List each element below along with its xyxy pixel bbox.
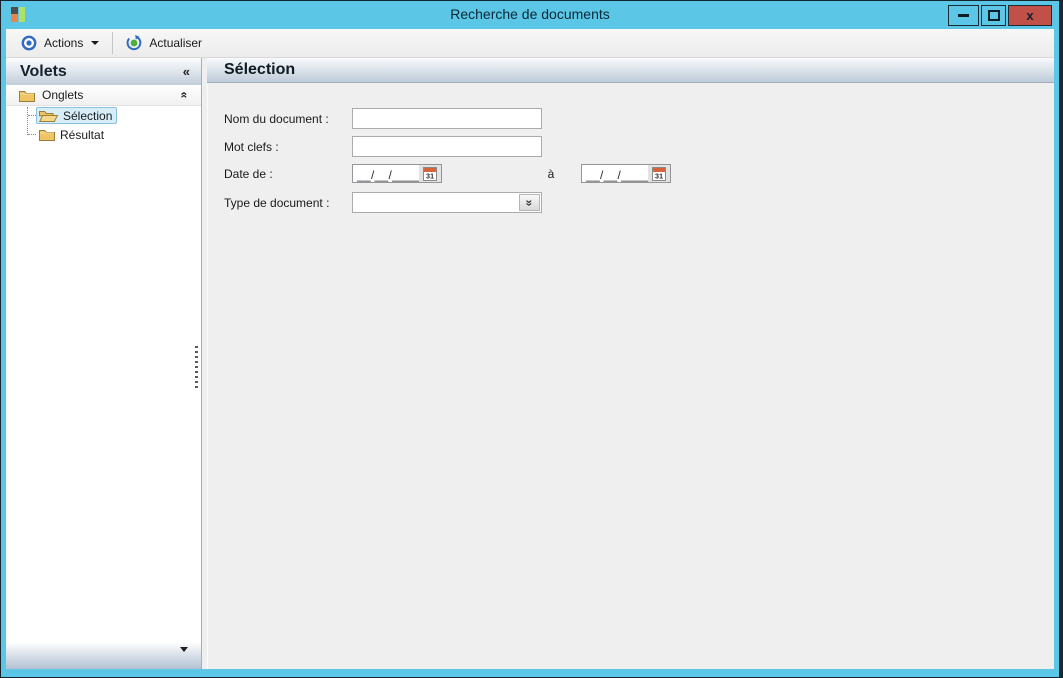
keywords-field-label: Mot clefs : bbox=[224, 139, 279, 154]
calendar-icon: 31 bbox=[652, 166, 666, 181]
folder-icon bbox=[19, 89, 35, 102]
date-to-mask: __/__/____ bbox=[586, 168, 648, 182]
keywords-field-input[interactable] bbox=[352, 136, 542, 157]
toolbar: Actions Actualiser bbox=[6, 29, 1054, 58]
form-row-type: Type de document : » bbox=[224, 192, 1054, 213]
actions-label: Actions bbox=[44, 36, 84, 50]
panel-splitter[interactable] bbox=[201, 58, 207, 669]
chevron-up-double-icon: « bbox=[177, 91, 192, 99]
form-row-keywords: Mot clefs : bbox=[224, 136, 1054, 157]
svg-text:31: 31 bbox=[655, 171, 663, 180]
name-field-label: Nom du document : bbox=[224, 111, 329, 126]
app-window: Recherche de documents x Actions Actuali… bbox=[0, 0, 1063, 678]
svg-text:31: 31 bbox=[426, 171, 434, 180]
date-from-mask: __/__/____ bbox=[357, 168, 419, 182]
actions-button[interactable]: Actions bbox=[12, 31, 108, 55]
date-to-input[interactable]: __/__/____ 31 bbox=[581, 164, 671, 183]
toolbar-separator bbox=[112, 32, 114, 54]
window-title: Recherche de documents bbox=[450, 6, 610, 22]
collapse-panel-button[interactable]: « bbox=[183, 65, 190, 78]
scroll-down-icon bbox=[180, 647, 188, 669]
tree-item-selection[interactable]: Sélection bbox=[6, 106, 201, 125]
calendar-icon: 31 bbox=[423, 166, 437, 181]
splitter-grip[interactable] bbox=[195, 346, 198, 390]
form-row-date: Date de : __/__/____ 31 à __/__/____ 31 bbox=[224, 164, 1054, 183]
tree-group-label: Onglets bbox=[42, 88, 84, 102]
main-header: Sélection bbox=[207, 58, 1054, 83]
refresh-label: Actualiser bbox=[149, 36, 203, 50]
folder-icon bbox=[39, 128, 55, 141]
refresh-button[interactable]: Actualiser bbox=[117, 31, 211, 55]
chevron-left-double-icon: « bbox=[182, 64, 190, 79]
name-field-input[interactable] bbox=[352, 108, 542, 129]
date-field-label: Date de : bbox=[224, 166, 273, 181]
tree-item-resultat[interactable]: Résultat bbox=[6, 125, 201, 144]
type-field-label: Type de document : bbox=[224, 195, 330, 210]
type-field-dropdown-button[interactable]: » bbox=[519, 194, 540, 211]
close-button[interactable]: x bbox=[1008, 5, 1052, 26]
maximize-icon bbox=[987, 10, 1000, 21]
date-from-calendar-button[interactable]: 31 bbox=[419, 165, 441, 182]
chevron-down-double-icon: » bbox=[522, 199, 537, 206]
page-title: Sélection bbox=[224, 61, 296, 78]
search-form: Nom du document : Mot clefs : Date de : … bbox=[207, 83, 1054, 669]
sidebar-title: Volets bbox=[20, 62, 67, 80]
titlebar: Recherche de documents x bbox=[1, 1, 1059, 28]
minimize-icon bbox=[958, 14, 969, 17]
collapse-group-button[interactable]: « bbox=[177, 91, 192, 99]
date-to-calendar-button[interactable]: 31 bbox=[648, 165, 670, 182]
maximize-button[interactable] bbox=[981, 5, 1006, 26]
window-body: Volets « Onglets « Sélection Résultat Sé… bbox=[6, 58, 1054, 669]
sidebar-bottom-bar bbox=[6, 642, 201, 669]
tree-item-selection-node[interactable]: Sélection bbox=[36, 107, 118, 124]
actions-bullseye-icon bbox=[21, 35, 37, 51]
refresh-icon bbox=[126, 35, 142, 51]
date-from-input[interactable]: __/__/____ 31 bbox=[352, 164, 442, 183]
tree-item-label: Résultat bbox=[60, 127, 105, 142]
sidebar-panel: Volets « Onglets « Sélection Résultat bbox=[6, 58, 201, 669]
form-row-name: Nom du document : bbox=[224, 108, 1054, 129]
date-to-label: à bbox=[547, 166, 555, 181]
minimize-button[interactable] bbox=[948, 5, 979, 26]
tree-items: Sélection Résultat bbox=[6, 106, 201, 144]
type-field-select[interactable]: » bbox=[352, 192, 542, 213]
actions-dropdown-caret-icon bbox=[91, 41, 100, 45]
tree-group-onglets[interactable]: Onglets « bbox=[6, 85, 201, 106]
folder-open-icon bbox=[39, 109, 59, 122]
tree-item-label: Sélection bbox=[63, 108, 113, 123]
sidebar-tree: Onglets « Sélection Résultat bbox=[6, 85, 201, 642]
close-icon: x bbox=[1026, 8, 1034, 23]
main-panel: Sélection Nom du document : Mot clefs : … bbox=[207, 58, 1054, 669]
scroll-down-button[interactable] bbox=[176, 647, 192, 672]
tree-item-resultat-node[interactable]: Résultat bbox=[36, 126, 109, 143]
sidebar-header: Volets « bbox=[6, 58, 201, 85]
window-controls: x bbox=[948, 5, 1052, 26]
